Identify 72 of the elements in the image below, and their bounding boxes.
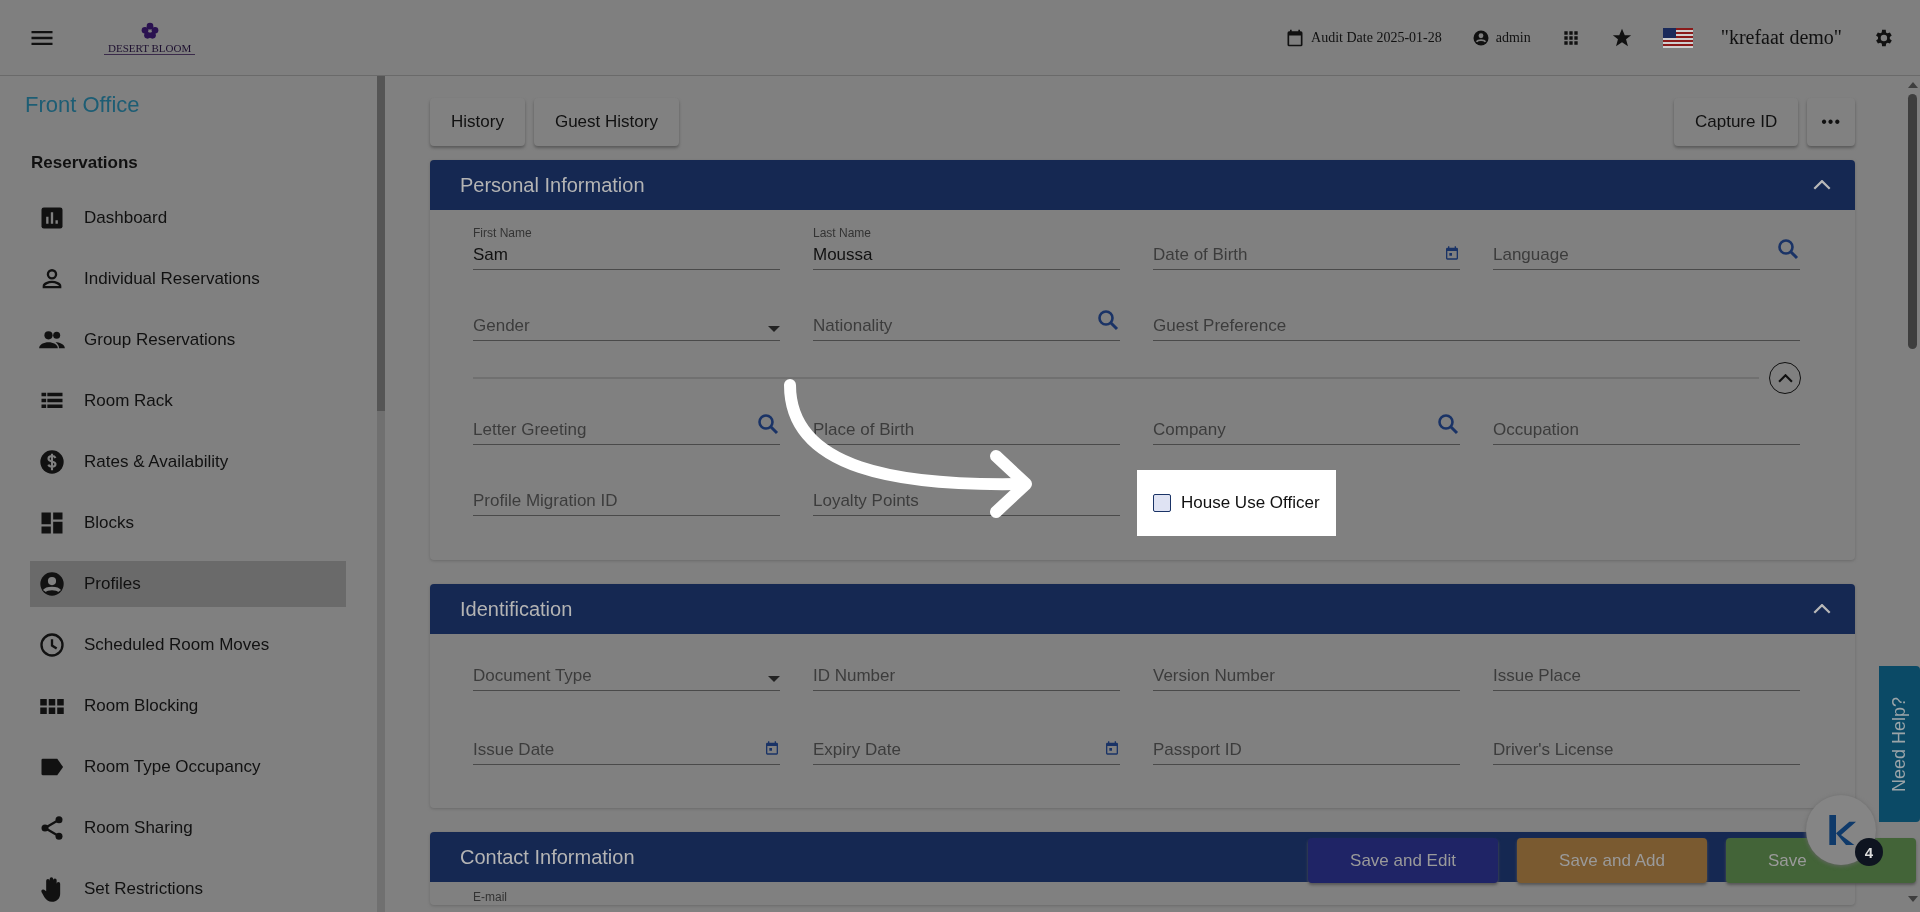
toolbar-button[interactable]: Guest History — [533, 98, 679, 146]
sidebar-item[interactable]: Rates & Availability — [30, 439, 346, 485]
input-field[interactable]: Company — [1153, 395, 1460, 445]
input-field[interactable]: Driver's License — [1493, 715, 1800, 765]
dropdown-icon — [768, 326, 780, 332]
sidebar-item[interactable]: Blocks — [30, 500, 346, 546]
sidebar-item[interactable]: Room Rack — [30, 378, 346, 424]
input-field[interactable]: Guest Preference — [1153, 291, 1800, 341]
scrollbar-thumb[interactable] — [1908, 94, 1917, 349]
sidebar-title: Front Office — [25, 91, 140, 119]
group-heading: Reservations — [31, 153, 138, 173]
input-field[interactable]: Last Name Moussa — [813, 220, 1120, 270]
input-field[interactable]: First Name Sam — [473, 220, 780, 270]
section-header[interactable]: Personal Information — [430, 160, 1855, 210]
section-header[interactable]: Identification — [430, 584, 1855, 634]
input-field[interactable]: Issue Place — [1493, 641, 1800, 691]
dropdown-icon — [768, 676, 780, 682]
user-name[interactable]: admin — [1495, 29, 1531, 46]
action-button[interactable]: Save and Edit — [1308, 838, 1498, 883]
sidebar-item[interactable]: Room Type Occupancy — [30, 744, 346, 790]
scroll-up-icon — [1907, 82, 1918, 88]
more-button[interactable]: ••• — [1807, 98, 1855, 146]
input-field[interactable]: Profile Migration ID — [473, 466, 780, 516]
search-icon — [1436, 412, 1460, 436]
clock-icon — [38, 631, 66, 659]
input-field[interactable]: Place of Birth — [813, 395, 1120, 445]
calendar-icon — [764, 740, 780, 756]
chevron-icon — [1777, 373, 1793, 383]
input-field[interactable]: Expiry Date — [813, 715, 1120, 765]
input-field[interactable]: Occupation — [1493, 395, 1800, 445]
input-field[interactable]: Nationality — [813, 291, 1120, 341]
sidebar-item[interactable]: Room Blocking — [30, 683, 346, 729]
audit-date: Audit Date 2025-01-28 — [1311, 29, 1442, 46]
calendar-icon — [1104, 740, 1120, 756]
dollar-icon — [38, 448, 66, 476]
sidebar-item[interactable]: Profiles — [30, 561, 346, 607]
input-field[interactable]: Passport ID — [1153, 715, 1460, 765]
input-field[interactable]: Language — [1493, 220, 1800, 270]
logo-text: DESERT BLOOM — [104, 42, 196, 55]
sidebar-item[interactable]: Set Restrictions — [30, 866, 346, 912]
scroll-down-icon — [1907, 896, 1918, 902]
dropdown-field[interactable]: Document Type — [473, 641, 780, 691]
input-field[interactable]: Issue Date — [473, 715, 780, 765]
input-field[interactable]: Loyalty Points — [813, 466, 1120, 516]
checkbox-field[interactable]: House Use Officer — [1137, 470, 1336, 536]
checkbox[interactable] — [1153, 494, 1171, 512]
user-icon — [1471, 28, 1490, 47]
scrollbar-thumb[interactable] — [377, 76, 385, 411]
help-tab[interactable]: Need Help? — [1879, 666, 1920, 822]
sidebar-item[interactable]: Scheduled Room Moves — [30, 622, 346, 668]
input-field[interactable]: Letter Greeting — [473, 395, 780, 445]
sidebar-item[interactable]: Individual Reservations — [30, 256, 346, 302]
toolbar-button[interactable]: Capture ID — [1674, 98, 1799, 146]
search-icon — [1776, 237, 1800, 261]
search-icon — [756, 412, 780, 436]
calendar-icon — [1285, 27, 1306, 48]
sidebar-item[interactable]: Room Sharing — [30, 805, 346, 851]
field-label: E-mail — [473, 890, 507, 904]
search-icon — [1096, 308, 1120, 332]
user-circle-icon — [38, 570, 66, 598]
calendar-icon — [1444, 245, 1460, 261]
toolbar-button[interactable]: History — [430, 98, 525, 146]
dropdown-field[interactable]: Gender — [473, 291, 780, 341]
input-field[interactable]: ID Number — [813, 641, 1120, 691]
sidebar-item[interactable]: Group Reservations — [30, 317, 346, 363]
input-field[interactable]: Date of Birth — [1153, 220, 1460, 270]
grid-icon — [40, 698, 64, 714]
input-field[interactable]: Version Number — [1153, 641, 1460, 691]
property-name[interactable]: "krefaat demo" — [1720, 26, 1842, 49]
sidebar-item[interactable]: Dashboard — [30, 195, 346, 241]
flag-icon — [1662, 27, 1693, 48]
section-header[interactable]: Contact Information — [430, 832, 1308, 882]
